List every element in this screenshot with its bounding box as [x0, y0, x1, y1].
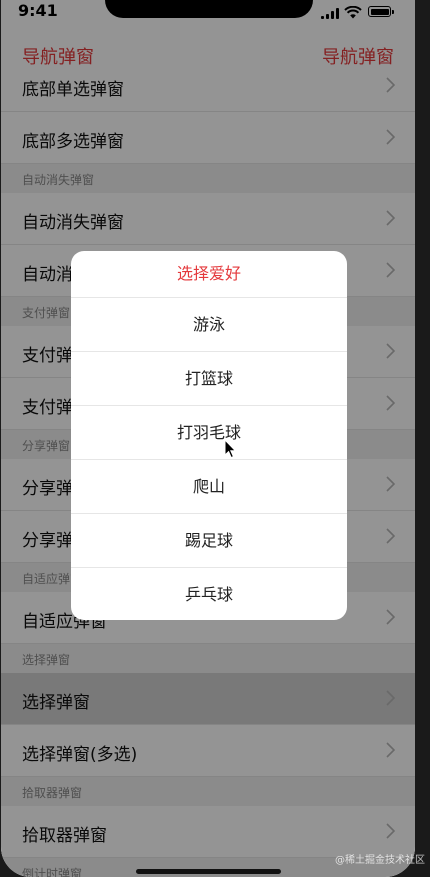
hobby-select-dialog: 选择爱好 游泳 打篮球 打羽毛球 爬山 踢足球 乒乓球: [71, 251, 347, 620]
option-hiking[interactable]: 爬山: [71, 460, 347, 514]
option-swimming[interactable]: 游泳: [71, 298, 347, 352]
home-indicator: [136, 869, 281, 874]
mouse-cursor-icon: [224, 439, 236, 459]
option-table-tennis[interactable]: 乒乓球: [71, 568, 347, 620]
option-basketball[interactable]: 打篮球: [71, 352, 347, 406]
dialog-title: 选择爱好: [71, 251, 347, 298]
app-screen: 底部单选弹窗 底部多选弹窗 自动消失弹窗 自动消失弹窗 自动消失弹窗 支付弹窗 …: [1, 0, 415, 877]
watermark: @稀土掘金技术社区: [335, 855, 425, 866]
option-badminton[interactable]: 打羽毛球: [71, 406, 347, 460]
option-football[interactable]: 踢足球: [71, 514, 347, 568]
